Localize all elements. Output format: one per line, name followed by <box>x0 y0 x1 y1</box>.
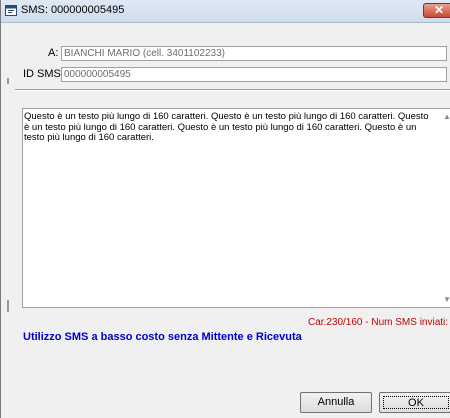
cancel-button[interactable]: Annulla <box>300 392 372 413</box>
character-counter: Car.230/160 - Num SMS inviati: 2 <box>308 317 450 328</box>
message-text: Questo è un testo più lungo di 160 carat… <box>24 111 429 143</box>
low-cost-notice: Utilizzo SMS a basso costo senza Mittent… <box>23 331 302 343</box>
ok-button-label: OK <box>383 396 449 409</box>
scroll-up-arrow-icon[interactable]: ▲ <box>443 112 450 121</box>
title-bar[interactable]: SMS: 000000005495 ✕ <box>1 0 450 23</box>
window-edge-marker <box>7 78 9 84</box>
sms-dialog-window: SMS: 000000005495 ✕ A: BIANCHI MARIO (ce… <box>0 0 450 418</box>
window-title: SMS: 000000005495 <box>21 4 125 16</box>
recipient-field[interactable]: BIANCHI MARIO (cell. 3401102233) <box>61 46 447 61</box>
window-edge-marker <box>7 300 9 312</box>
to-label: A: <box>48 47 59 59</box>
id-sms-label: ID SMS: <box>23 68 64 80</box>
separator <box>15 89 450 91</box>
ok-button[interactable]: OK <box>379 392 450 413</box>
app-window-icon <box>5 5 17 16</box>
id-sms-field[interactable]: 000000005495 <box>61 67 447 82</box>
close-button[interactable]: ✕ <box>423 3 450 18</box>
vertical-scrollbar[interactable]: ▲ ▼ <box>440 109 450 307</box>
message-textarea[interactable]: Questo è un testo più lungo di 160 carat… <box>22 108 450 308</box>
close-icon: ✕ <box>433 3 445 17</box>
scroll-down-arrow-icon[interactable]: ▼ <box>443 295 450 304</box>
